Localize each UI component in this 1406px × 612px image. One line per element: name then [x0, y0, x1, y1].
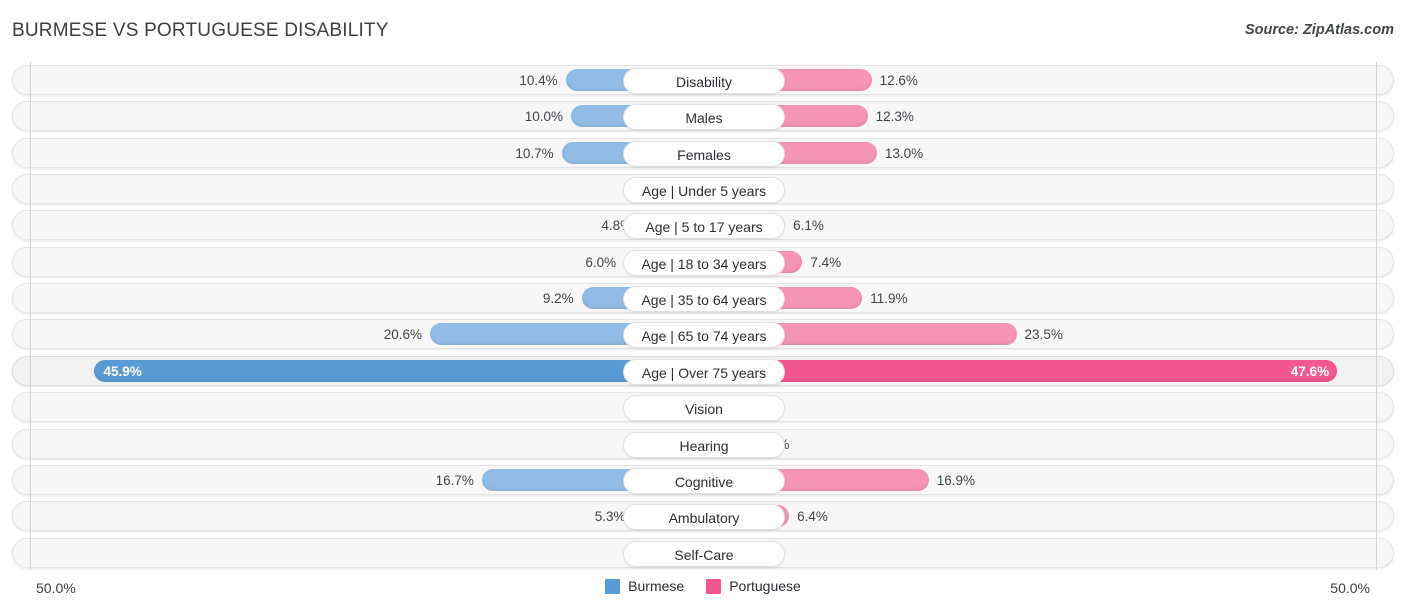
chart-header: BURMESE VS PORTUGUESE DISABILITY Source:… — [0, 0, 1406, 58]
value-label-portuguese: 47.6% — [1290, 363, 1330, 379]
table-row[interactable]: 10.7% 13.0% Females — [12, 137, 1394, 168]
value-label-burmese: 10.7% — [515, 145, 554, 161]
category-label[interactable]: Age | 65 to 74 years — [623, 322, 785, 349]
value-label-burmese: 4.8% — [601, 218, 633, 234]
value-label-burmese: 16.7% — [435, 472, 474, 488]
value-label-portuguese: 16.9% — [936, 472, 976, 488]
table-row[interactable]: 1.1%1.6%Age | Under 5 years — [12, 174, 1394, 205]
category-label[interactable]: Self-Care — [623, 540, 785, 567]
bar-burmese[interactable] — [93, 359, 704, 382]
legend-label: Burmese — [628, 578, 685, 594]
category-label[interactable]: Ambulatory — [623, 504, 785, 531]
chart-footer: 50.0% 50.0% Burmese Portuguese — [0, 574, 1406, 612]
category-label[interactable]: Age | Under 5 years — [623, 177, 785, 204]
legend-item[interactable]: Portuguese — [706, 578, 801, 594]
bar-portuguese[interactable] — [704, 359, 1338, 382]
page-title: BURMESE VS PORTUGUESE DISABILITY — [12, 20, 389, 41]
value-label-burmese: 6.0% — [585, 254, 617, 270]
value-label-burmese: 20.6% — [383, 327, 423, 343]
axis-line-right — [1376, 62, 1377, 570]
category-label[interactable]: Cognitive — [623, 467, 785, 494]
table-row[interactable]: 2.3%2.6%Self-Care — [12, 537, 1394, 568]
source-attribution: Source: ZipAtlas.com — [1244, 22, 1394, 38]
value-label-portuguese: 11.9% — [870, 291, 908, 307]
table-row[interactable]: 4.8% 6.1% Age | 5 to 17 years — [12, 210, 1394, 241]
table-row[interactable]: 6.0% 7.4% Age | 18 to 34 years — [12, 246, 1394, 277]
table-row[interactable]: 10.4% 12.6% Disability — [12, 65, 1394, 95]
table-row[interactable]: 2.8%3.5%Hearing — [12, 428, 1394, 459]
axis-line-left — [30, 62, 31, 570]
table-row[interactable]: 1.8%2.3%Vision — [12, 392, 1394, 423]
table-row[interactable]: 45.9% 47.6% Age | Over 75 years — [12, 355, 1394, 386]
value-label-burmese: 10.0% — [524, 109, 563, 125]
legend-label: Portuguese — [729, 578, 801, 594]
value-label-portuguese: 13.0% — [884, 145, 924, 161]
legend-swatch-icon — [706, 578, 722, 594]
table-row[interactable]: 5.3% 6.4% Ambulatory — [12, 501, 1394, 532]
value-label-portuguese: 23.5% — [1024, 327, 1063, 343]
category-label[interactable]: Vision — [623, 395, 785, 422]
legend-swatch-icon — [605, 578, 621, 594]
value-label-burmese: 10.4% — [519, 73, 558, 88]
table-row[interactable]: 16.7% 16.9% Cognitive — [12, 464, 1394, 495]
diverging-bar-chart-plot: 10.4% 12.6% Disability 10.0% 12.3% Males 10.7%… — [0, 62, 1406, 574]
table-row[interactable]: 20.6% 23.5% Age | 65 to 74 years — [12, 319, 1394, 350]
category-label[interactable]: Age | 35 to 64 years — [623, 286, 785, 313]
category-label[interactable]: Age | 5 to 17 years — [623, 213, 785, 240]
category-label[interactable]: Males — [623, 104, 785, 131]
value-label-burmese: 45.9% — [103, 363, 142, 379]
value-label-burmese: 9.2% — [542, 291, 574, 307]
value-label-burmese: 5.3% — [594, 509, 626, 525]
value-label-portuguese: 7.4% — [810, 254, 842, 270]
chart-legend: Burmese Portuguese — [0, 578, 1406, 594]
value-label-portuguese: 6.4% — [797, 509, 828, 525]
table-row[interactable]: 9.2% 11.9% Age | 35 to 64 years — [12, 283, 1394, 314]
value-label-portuguese: 6.1% — [793, 218, 824, 234]
value-label-portuguese: 12.6% — [879, 73, 918, 88]
category-label[interactable]: Age | 18 to 34 years — [623, 249, 785, 276]
category-label[interactable]: Disability — [623, 68, 785, 94]
category-label[interactable]: Hearing — [623, 431, 785, 458]
legend-item[interactable]: Burmese — [605, 578, 684, 594]
value-label-portuguese: 12.3% — [875, 109, 914, 125]
category-label[interactable]: Age | Over 75 years — [623, 358, 785, 385]
table-row[interactable]: 10.0% 12.3% Males — [12, 101, 1394, 132]
category-label[interactable]: Females — [623, 140, 785, 167]
